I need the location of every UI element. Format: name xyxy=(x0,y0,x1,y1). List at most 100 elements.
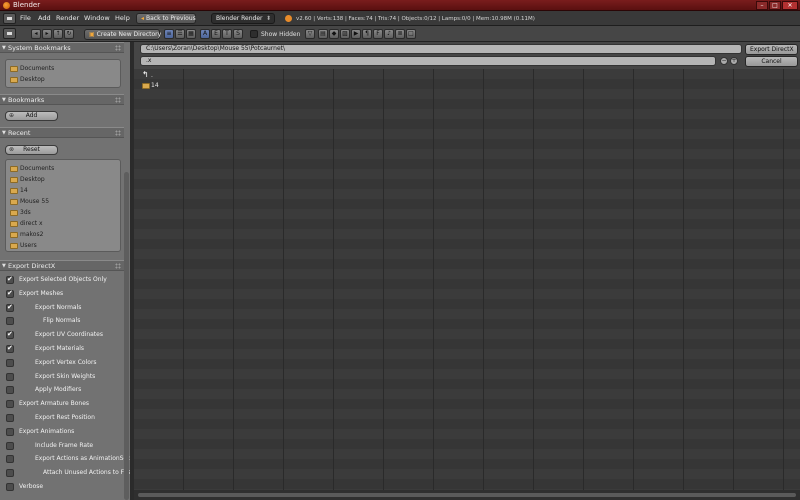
render-engine-select[interactable]: Blender Render ⬍ xyxy=(211,13,275,24)
export-option-checkbox[interactable] xyxy=(6,317,14,326)
directory-field[interactable]: C:\Users\Zoran\Desktop\Mouse 55\Potcaurn… xyxy=(140,44,742,54)
export-option-row[interactable]: Export Meshes xyxy=(0,288,124,300)
menu-help[interactable]: Help xyxy=(115,14,130,22)
filter-font-button[interactable]: F xyxy=(373,29,383,39)
filter-script-button[interactable]: ¶ xyxy=(362,29,372,39)
export-option-row[interactable]: Export Skin Weights xyxy=(0,371,124,383)
decrement-filename-button[interactable]: − xyxy=(720,57,728,65)
export-option-checkbox[interactable] xyxy=(6,289,14,298)
file-list-area[interactable]: ↰. 14 xyxy=(134,69,800,490)
export-option-checkbox[interactable] xyxy=(6,344,14,353)
export-option-row[interactable]: Export Materials xyxy=(0,343,124,355)
back-nav-button[interactable]: ◂ xyxy=(31,29,41,39)
refresh-button[interactable]: ↻ xyxy=(64,29,74,39)
sort-size-button[interactable]: S xyxy=(233,29,243,39)
export-option-checkbox[interactable] xyxy=(6,483,14,491)
list-item[interactable]: makos2 xyxy=(6,229,120,240)
system-bookmarks-header[interactable]: System Bookmarks xyxy=(0,42,124,53)
filter-other-button[interactable]: □ xyxy=(406,29,416,39)
export-option-checkbox[interactable] xyxy=(6,358,14,367)
menu-file[interactable]: File xyxy=(20,14,31,22)
show-hidden-checkbox[interactable] xyxy=(250,30,258,38)
sidebar-scrollbar[interactable] xyxy=(124,172,129,500)
recent-header[interactable]: Recent xyxy=(0,127,124,138)
list-item-label: 14 xyxy=(20,187,28,194)
menu-window[interactable]: Window xyxy=(84,14,110,22)
bookmarks-header[interactable]: Bookmarks xyxy=(0,94,124,105)
list-item[interactable]: direct x xyxy=(6,218,120,229)
filter-blend-button[interactable]: ◆ xyxy=(329,29,339,39)
export-option-row[interactable]: Export Normals xyxy=(0,302,124,314)
file-browser-editor-icon[interactable] xyxy=(3,28,16,39)
filter-image-button[interactable]: ▨ xyxy=(340,29,350,39)
display-detailed-button[interactable]: ☰ xyxy=(175,29,185,39)
list-item[interactable]: 14 xyxy=(6,185,120,196)
sort-extension-button[interactable]: E xyxy=(211,29,221,39)
export-option-row[interactable]: Export Actions as AnimationSets xyxy=(0,453,130,465)
panel-grip-icon[interactable] xyxy=(115,45,121,51)
add-bookmark-button[interactable]: ⊕ Add xyxy=(5,111,58,121)
sort-time-button[interactable]: T xyxy=(222,29,232,39)
export-option-row[interactable]: Flip Normals xyxy=(0,315,124,327)
export-option-checkbox[interactable] xyxy=(6,400,14,409)
export-option-checkbox[interactable] xyxy=(6,386,14,395)
export-option-row[interactable]: Export Selected Objects Only xyxy=(0,274,124,286)
file-row[interactable]: 14 xyxy=(142,81,159,91)
filter-text-button[interactable]: ≣ xyxy=(395,29,405,39)
list-item[interactable]: Documents xyxy=(6,163,120,174)
export-option-checkbox[interactable] xyxy=(6,414,14,422)
list-item[interactable]: Documents xyxy=(6,63,120,74)
export-option-row[interactable]: Include Frame Rate xyxy=(0,440,124,452)
panel-grip-icon[interactable] xyxy=(115,130,121,136)
export-option-row[interactable]: Attach Unused Actions to First xyxy=(0,467,130,479)
maximize-button[interactable]: □ xyxy=(769,1,781,10)
reset-recent-button[interactable]: ⊗ Reset xyxy=(5,145,58,155)
display-short-button[interactable]: ≡ xyxy=(164,29,174,39)
list-item[interactable]: 3ds xyxy=(6,207,120,218)
export-option-row[interactable]: Export Rest Position xyxy=(0,412,124,424)
scrollbar-thumb[interactable] xyxy=(138,493,796,497)
filename-field[interactable]: .x xyxy=(140,56,716,66)
cancel-button[interactable]: Cancel xyxy=(745,56,798,67)
export-option-checkbox[interactable] xyxy=(6,441,14,450)
export-option-row[interactable]: Export UV Coordinates xyxy=(0,329,124,341)
export-option-checkbox[interactable] xyxy=(6,303,14,312)
export-option-checkbox[interactable] xyxy=(6,427,14,436)
increment-filename-button[interactable]: + xyxy=(730,57,738,65)
export-directx-button[interactable]: Export DirectX xyxy=(745,44,798,55)
horizontal-scrollbar[interactable] xyxy=(134,490,800,500)
menu-add[interactable]: Add xyxy=(38,14,51,22)
filter-toggle-button[interactable]: ▽ xyxy=(305,29,315,39)
list-item[interactable]: Desktop xyxy=(6,74,120,85)
filter-sound-button[interactable]: ♪ xyxy=(384,29,394,39)
back-to-previous-button[interactable]: ◂ Back to Previous xyxy=(136,13,196,24)
editor-type-icon[interactable] xyxy=(3,13,16,24)
export-option-row[interactable]: Export Armature Bones xyxy=(0,398,124,410)
export-option-row[interactable]: Export Vertex Colors xyxy=(0,357,124,369)
forward-nav-button[interactable]: ▸ xyxy=(42,29,52,39)
export-option-row[interactable]: Apply Modifiers xyxy=(0,384,124,396)
export-option-checkbox[interactable] xyxy=(6,469,14,478)
close-button[interactable]: ✕ xyxy=(782,1,798,10)
export-option-checkbox[interactable] xyxy=(6,455,14,464)
create-new-directory-button[interactable]: ▣ Create New Directory xyxy=(84,29,161,40)
sort-alpha-button[interactable]: A xyxy=(200,29,210,39)
list-item[interactable]: Desktop xyxy=(6,174,120,185)
list-item[interactable]: Users xyxy=(6,240,120,251)
display-thumbnails-button[interactable]: ▦ xyxy=(186,29,196,39)
panel-grip-icon[interactable] xyxy=(115,263,121,269)
export-directx-header[interactable]: Export DirectX xyxy=(0,260,124,271)
filter-movie-button[interactable]: ▶ xyxy=(351,29,361,39)
menu-render[interactable]: Render xyxy=(56,14,79,22)
export-option-row[interactable]: Verbose xyxy=(0,481,124,493)
export-option-checkbox[interactable] xyxy=(6,330,14,340)
minimize-button[interactable]: – xyxy=(756,1,768,10)
export-option-checkbox[interactable] xyxy=(6,275,14,284)
list-item[interactable]: Mouse 55 xyxy=(6,196,120,207)
panel-grip-icon[interactable] xyxy=(115,97,121,103)
export-option-checkbox[interactable] xyxy=(6,372,14,381)
export-option-row[interactable]: Export Animations xyxy=(0,426,124,438)
parent-dir-button[interactable]: ↑ xyxy=(53,29,63,39)
filter-folders-button[interactable]: ▤ xyxy=(318,29,328,39)
parent-directory-row[interactable]: ↰. xyxy=(142,70,153,81)
